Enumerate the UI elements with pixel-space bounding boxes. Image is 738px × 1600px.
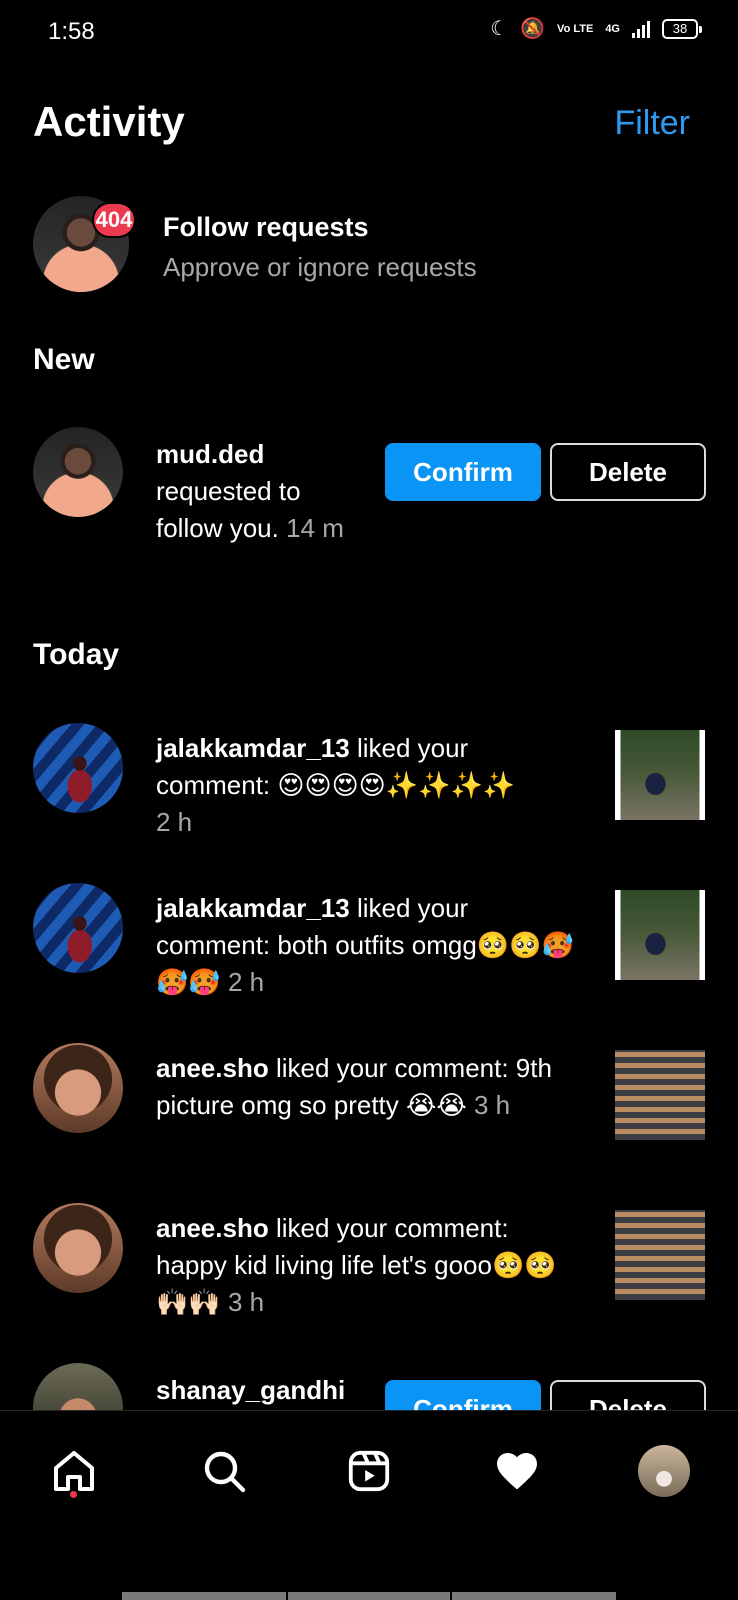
post-thumbnail[interactable] bbox=[615, 1210, 705, 1300]
search-icon bbox=[204, 1451, 246, 1493]
notification-username[interactable]: anee.sho bbox=[156, 1053, 269, 1083]
section-today-heading: Today bbox=[33, 638, 120, 671]
notification-time: 3 h bbox=[474, 1090, 511, 1120]
reels-icon bbox=[348, 1450, 390, 1492]
section-new-heading: New bbox=[33, 343, 95, 376]
moon-icon: ☾ bbox=[490, 18, 509, 40]
nav-search[interactable] bbox=[196, 1443, 252, 1499]
avatar[interactable] bbox=[33, 1043, 123, 1133]
battery-icon: 38 bbox=[662, 18, 702, 39]
post-thumbnail[interactable] bbox=[615, 890, 705, 980]
notification-time: 14 m bbox=[286, 513, 344, 543]
notification-username[interactable]: jalakkamdar_13 bbox=[156, 733, 350, 763]
notification-time: 3 h bbox=[227, 1287, 265, 1317]
confirm-button[interactable]: Confirm bbox=[385, 443, 541, 501]
volte-label: Vo LTE bbox=[557, 22, 594, 35]
follow-requests-subtitle: Approve or ignore requests bbox=[163, 252, 477, 282]
notification-time: 2 h bbox=[156, 807, 193, 837]
follow-requests-title: Follow requests bbox=[163, 212, 369, 242]
status-icons: ☾ 🔕 Vo LTE 4G 38 bbox=[490, 16, 702, 41]
delete-button[interactable]: Delete bbox=[550, 443, 706, 501]
home-icon bbox=[54, 1451, 94, 1491]
notification-username[interactable]: mud.ded bbox=[156, 439, 264, 469]
post-thumbnail[interactable] bbox=[615, 1050, 705, 1140]
avatar[interactable] bbox=[33, 1203, 123, 1293]
avatar[interactable] bbox=[33, 883, 123, 973]
nav-activity[interactable] bbox=[489, 1443, 545, 1499]
gesture-bar-center[interactable] bbox=[288, 1592, 450, 1600]
post-thumbnail[interactable] bbox=[615, 730, 705, 820]
signal-icon bbox=[632, 20, 650, 38]
status-time: 1:58 bbox=[48, 18, 95, 45]
gesture-bar-right bbox=[452, 1592, 616, 1600]
profile-avatar bbox=[638, 1445, 690, 1497]
notification-username[interactable]: jalakkamdar_13 bbox=[156, 893, 350, 923]
notification-text: jalakkamdar_13 liked your comment: both … bbox=[156, 890, 576, 1001]
notification-dot bbox=[70, 1491, 77, 1498]
nav-reels[interactable] bbox=[341, 1443, 397, 1499]
page-title: Activity bbox=[33, 98, 185, 145]
filter-button[interactable]: Filter bbox=[614, 104, 690, 143]
follow-requests-badge: 404 bbox=[92, 202, 136, 238]
notification-time: 2 h bbox=[227, 967, 265, 997]
avatar[interactable] bbox=[33, 427, 123, 517]
gesture-bar-left bbox=[122, 1592, 286, 1600]
heart-icon bbox=[497, 1453, 537, 1490]
notification-message: requested to follow you. bbox=[156, 476, 301, 543]
network-label: 4G bbox=[605, 22, 620, 35]
nav-profile[interactable] bbox=[636, 1443, 692, 1499]
notification-text: jalakkamdar_13 liked your comment: 😍😍😍😍✨… bbox=[156, 730, 586, 841]
notification-text: anee.sho liked your comment: 9th picture… bbox=[156, 1050, 586, 1124]
vibrate-mute-icon: 🔕 bbox=[520, 18, 546, 40]
avatar[interactable] bbox=[33, 723, 123, 813]
status-bar: 1:58 ☾ 🔕 Vo LTE 4G 38 bbox=[0, 0, 738, 66]
notification-text: shanay_gandhi bbox=[156, 1372, 366, 1409]
notification-text: anee.sho liked your comment: happy kid l… bbox=[156, 1210, 576, 1321]
notification-text: mud.ded requested to follow you. 14 m bbox=[156, 436, 346, 547]
bottom-nav bbox=[0, 1410, 738, 1530]
notification-username[interactable]: anee.sho bbox=[156, 1213, 269, 1243]
notification-username[interactable]: shanay_gandhi bbox=[156, 1375, 345, 1405]
